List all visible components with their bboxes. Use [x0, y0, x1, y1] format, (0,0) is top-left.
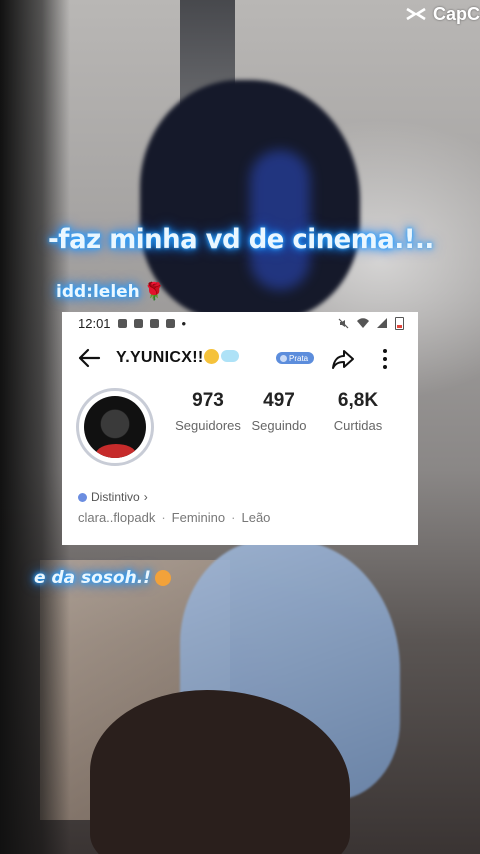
signal-icon — [377, 318, 387, 328]
stat-label: Seguidores — [175, 418, 241, 433]
share-icon[interactable] — [330, 346, 356, 372]
avatar[interactable] — [76, 388, 154, 466]
left-shadow — [0, 0, 70, 854]
bio-gender: Feminino — [171, 510, 226, 525]
caption-main: -faz minha vd de cinema.!.. — [48, 224, 434, 255]
rank-badge[interactable]: Prata — [276, 352, 315, 364]
stat-value: 973 — [192, 390, 224, 411]
caption-idd: idd:leleh 🌹 — [56, 282, 165, 302]
battery-icon — [395, 316, 404, 330]
dash-emoji-icon — [221, 350, 240, 362]
caption-idd-text: idd:leleh — [56, 282, 140, 302]
profile-summary: 973 Seguidores 497 Seguindo 6,8K Curtida… — [62, 382, 418, 488]
status-time: 12:01 — [78, 315, 111, 331]
bio-separator: · — [231, 510, 236, 525]
distintivo-link[interactable]: Distintivo › — [78, 488, 418, 506]
distintivo-label: Distintivo — [91, 490, 140, 504]
stat-following[interactable]: 497 Seguindo — [246, 390, 312, 433]
caption-sosoh-text: e da sosoh.! — [34, 568, 151, 588]
caption-sosoh: e da sosoh.! — [34, 568, 171, 588]
distintivo-icon — [78, 492, 87, 502]
stat-followers[interactable]: 973 Seguidores — [170, 390, 246, 433]
hair-highlight — [250, 150, 310, 290]
profile-stats: 973 Seguidores 497 Seguindo 6,8K Curtida… — [170, 390, 396, 433]
back-button[interactable] — [76, 345, 102, 371]
mute-icon — [338, 318, 349, 328]
stat-value: 6,8K — [337, 390, 379, 411]
app-notification-icon — [133, 318, 143, 328]
more-options-icon[interactable] — [378, 346, 392, 372]
profile-screenshot: 12:01 • Y.YUNICX!! Prata 973 Seguidores … — [62, 312, 418, 545]
bio-sign: Leão — [241, 510, 271, 525]
status-more-dot: • — [181, 315, 187, 331]
wifi-icon — [357, 318, 369, 328]
stat-value: 497 — [263, 390, 295, 411]
stat-label: Curtidas — [333, 418, 383, 433]
status-bar: 12:01 • — [62, 312, 418, 334]
dizzy-face-emoji-icon — [204, 349, 220, 364]
watermark-text: CapC — [432, 3, 480, 24]
bio-name: clara..flopadk — [78, 510, 156, 525]
chat-notification-icon — [117, 318, 127, 328]
pinterest-notification-icon — [165, 318, 175, 328]
shrug-emoji-icon — [154, 570, 171, 586]
profile-header: Y.YUNICX!! Prata — [62, 334, 418, 382]
badge-label: Prata — [289, 353, 309, 363]
avatar-image — [84, 396, 146, 458]
chevron-right-icon: › — [143, 490, 148, 504]
profile-username: Y.YUNICX!! — [116, 349, 240, 367]
profile-bio: clara..flopadk · Feminino · Leão — [78, 510, 418, 525]
capcut-watermark: CapC — [405, 0, 480, 28]
rose-emoji: 🌹 — [143, 282, 165, 302]
stat-label: Seguindo — [251, 418, 307, 433]
badge-icon — [280, 354, 287, 362]
back-arrow-icon — [78, 348, 101, 368]
stat-likes[interactable]: 6,8K Curtidas — [320, 390, 396, 433]
capcut-logo-icon — [406, 7, 426, 21]
bio-separator: · — [161, 510, 166, 525]
tiktok-notification-icon — [149, 318, 159, 328]
username-text: Y.YUNICX!! — [116, 349, 204, 366]
